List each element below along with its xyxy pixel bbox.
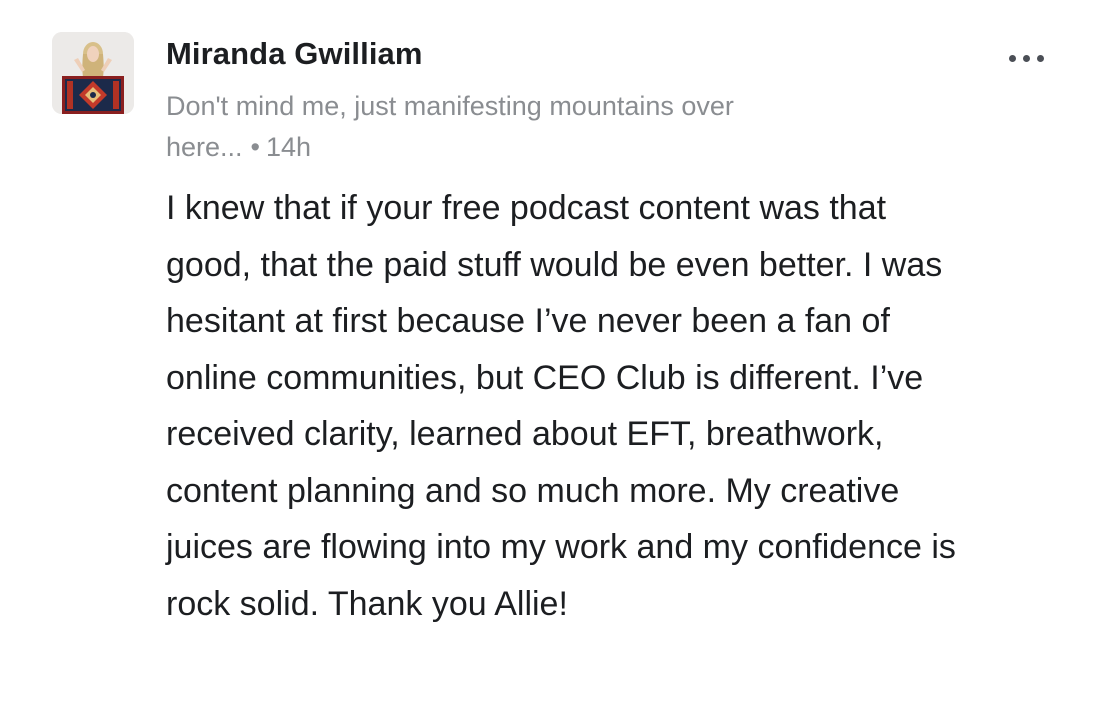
more-horizontal-icon [1022, 54, 1030, 62]
more-horizontal-icon [1036, 54, 1044, 62]
post-body: I knew that if your free podcast content… [166, 189, 956, 623]
more-horizontal-icon [1008, 54, 1016, 62]
author-name[interactable]: Miranda Gwilliam [166, 32, 423, 76]
meta-separator: • [250, 132, 260, 162]
post-meta: Don't mind me, just manifesting mountain… [166, 86, 886, 168]
avatar-photo [52, 32, 134, 114]
post-timestamp[interactable]: 14h [266, 132, 311, 162]
post-card: Miranda Gwilliam Don't mind me, just man… [0, 0, 1104, 711]
more-options-button[interactable] [1000, 44, 1052, 72]
avatar[interactable] [52, 32, 134, 114]
